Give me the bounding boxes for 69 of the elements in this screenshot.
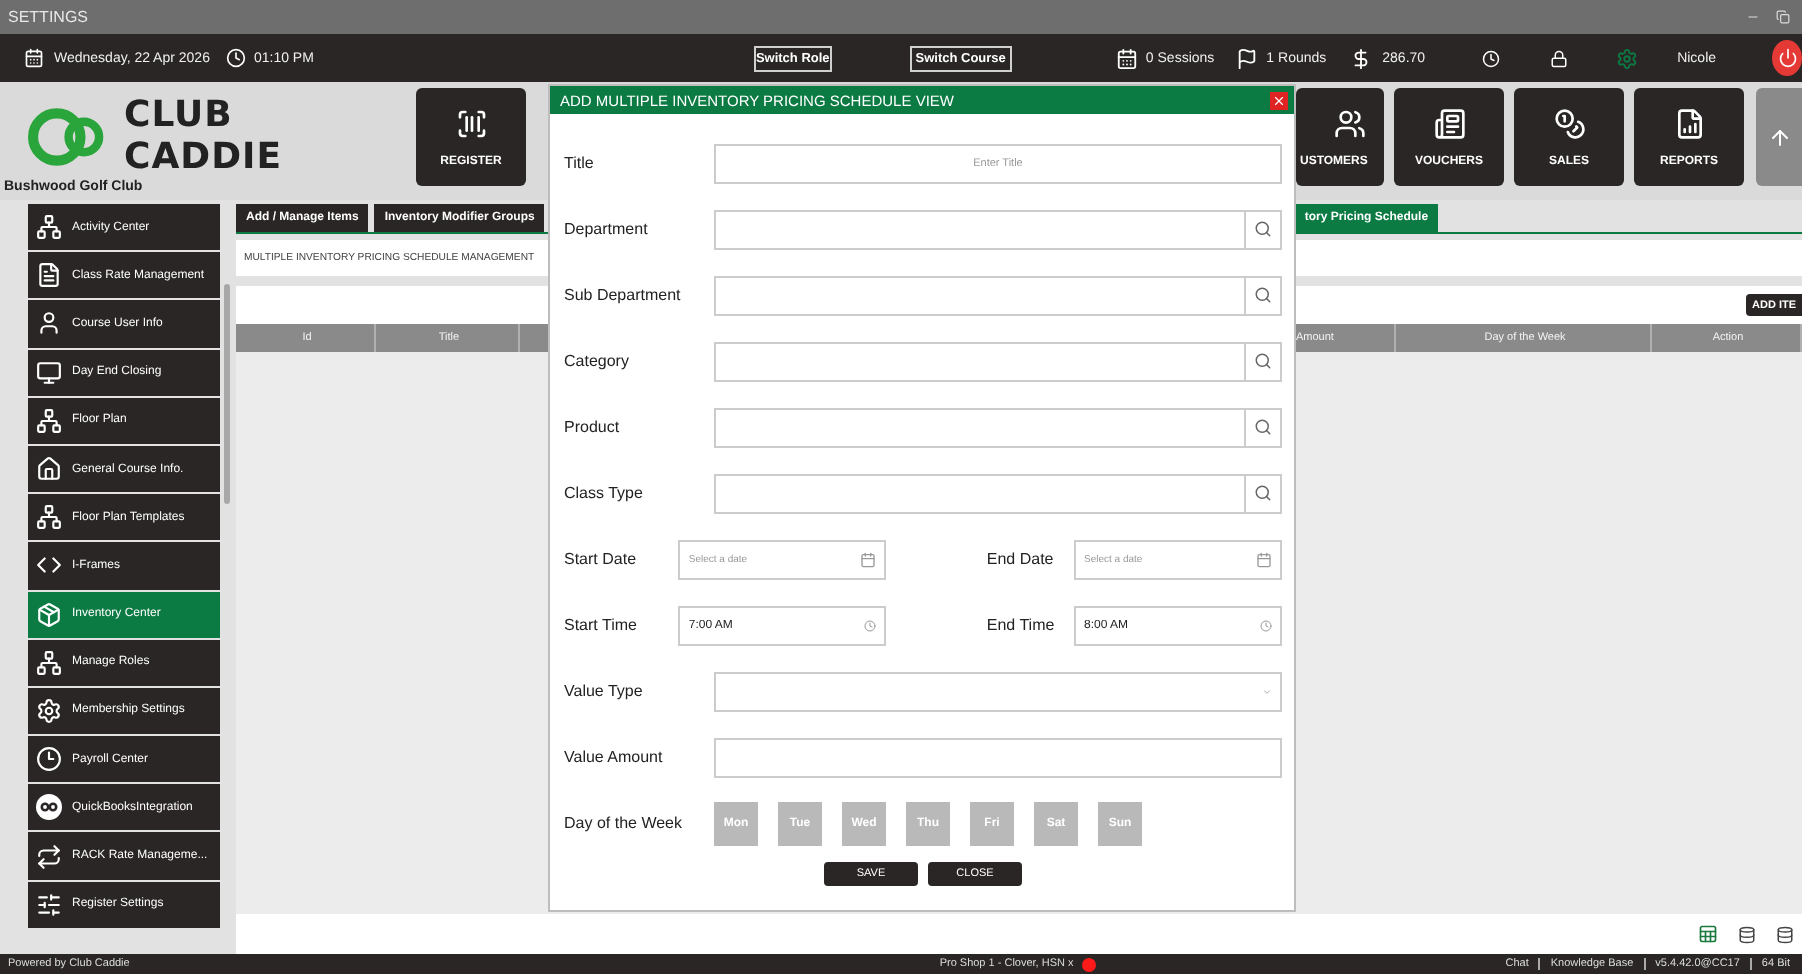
report-icon: [1673, 107, 1705, 139]
home-icon: [36, 456, 62, 483]
coins-icon: [1553, 107, 1585, 139]
arrow-up-icon: [1767, 125, 1791, 149]
calendar-icon[interactable]: [860, 551, 877, 567]
database-icon[interactable]: [1738, 925, 1756, 943]
field-label: Department: [564, 220, 650, 238]
lookup-field[interactable]: [714, 407, 1282, 447]
people-icon: [1334, 107, 1366, 139]
caret-icon[interactable]: [1262, 686, 1272, 696]
field-label: Day of the Week: [564, 814, 684, 832]
field-label: Value Type: [564, 682, 645, 700]
spreadsheet-icon[interactable]: [1698, 924, 1718, 944]
arrows-icon: [36, 843, 62, 870]
restore-icon[interactable]: [1776, 10, 1790, 24]
field-label: Value Amount: [564, 748, 665, 766]
lookup-field[interactable]: [714, 275, 1282, 315]
settings-icon[interactable]: [1615, 47, 1638, 69]
document-icon: [1433, 107, 1465, 139]
golf-flag-icon: [1236, 47, 1259, 69]
box-icon: [36, 601, 62, 628]
search-icon: [1254, 220, 1272, 238]
search-icon: [1254, 484, 1272, 502]
logo-text: CADDIE: [124, 136, 283, 178]
org-chart-icon: [36, 214, 62, 241]
gear-icon: [36, 697, 62, 724]
search-icon: [1254, 418, 1272, 436]
document-icon: [36, 262, 62, 289]
field-label: Category: [564, 352, 631, 370]
user-icon: [36, 310, 62, 337]
lookup-field[interactable]: [714, 341, 1282, 381]
status-dot: [1081, 957, 1096, 971]
power-button[interactable]: [1772, 40, 1802, 76]
clock-icon: [225, 48, 246, 68]
search-icon: [1254, 352, 1272, 370]
dollar-icon: [1350, 47, 1373, 69]
field-label: Product: [564, 418, 622, 436]
org-chart-icon: [36, 649, 62, 676]
field-label: End Date: [986, 550, 1056, 568]
field-label: Sub Department: [564, 286, 683, 304]
logo-text: CLUB: [124, 94, 235, 136]
dropdown-field[interactable]: [714, 671, 1282, 711]
monitor-icon: [36, 359, 62, 386]
lock-icon[interactable]: [1549, 49, 1568, 67]
field-label: End Time: [986, 616, 1057, 634]
lookup-field[interactable]: [714, 473, 1282, 513]
text-field[interactable]: [714, 737, 1282, 777]
power-icon: [1777, 48, 1797, 68]
field-label: Class Type: [564, 484, 645, 502]
calendar-icon[interactable]: [1256, 551, 1272, 567]
org-chart-icon: [36, 407, 62, 434]
scrollbar[interactable]: [224, 284, 230, 504]
clock-icon: [36, 746, 62, 773]
scanner-icon: [455, 107, 487, 139]
search-icon: [1254, 286, 1272, 304]
calendar-icon: [1115, 47, 1138, 69]
close-icon: [1272, 93, 1286, 107]
org-chart-icon: [36, 504, 62, 531]
database-icon[interactable]: [1776, 925, 1794, 943]
code-icon: [36, 552, 62, 579]
calendar-icon: [24, 48, 44, 68]
lookup-field[interactable]: [714, 209, 1282, 249]
field-label: Start Date: [564, 550, 639, 568]
field-label: Title: [564, 154, 596, 172]
minimize-icon[interactable]: [1746, 10, 1760, 24]
window-title: SETTINGS: [8, 8, 89, 26]
field-label: Start Time: [564, 616, 639, 634]
close-button[interactable]: [1270, 91, 1288, 109]
sliders-icon: [36, 891, 62, 918]
